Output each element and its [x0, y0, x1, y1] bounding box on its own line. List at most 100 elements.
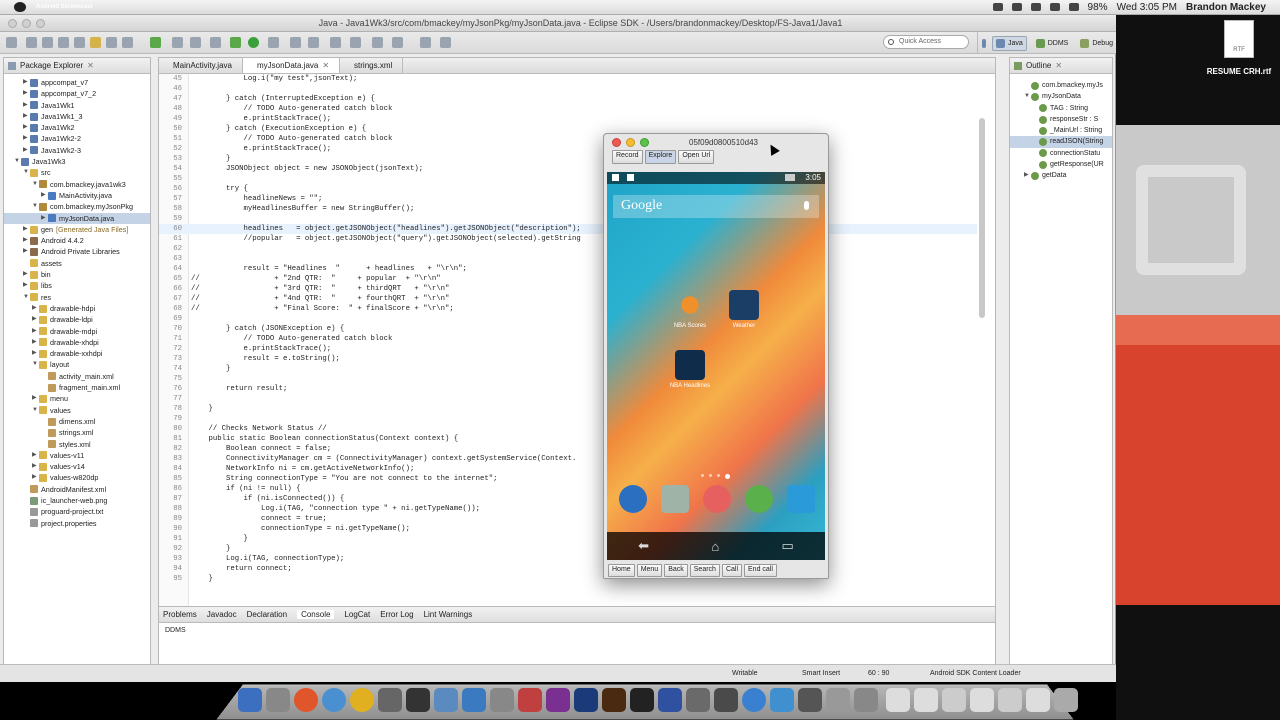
code-line[interactable]: 68 // + "Final Score: " + finalScore + "\… [159, 304, 454, 314]
safari-icon[interactable] [322, 688, 346, 712]
outline-item[interactable]: _MainUrl : String [1010, 125, 1112, 136]
code-line[interactable]: 87 if (ni.isConnected()) { [159, 494, 344, 504]
tree-item[interactable]: assets [4, 258, 150, 269]
code-line[interactable]: 67 // + "4nd QTR: " + fourthQRT + "\r\n" [159, 294, 449, 304]
tree-item[interactable]: ▶ gen [Generated Java Files] [4, 224, 150, 235]
code-line[interactable]: 85 String connectionType = "You are not … [159, 474, 497, 484]
menubar-status-icon[interactable] [1011, 3, 1022, 11]
external-tools-icon[interactable] [268, 37, 279, 48]
close-view-icon[interactable]: ✕ [87, 61, 94, 70]
code-line[interactable]: 52 e.printStackTrace(); [159, 144, 331, 154]
code-line[interactable]: 78 } [159, 404, 213, 414]
bottom-tab[interactable]: Javadoc [207, 610, 237, 619]
microphone-icon[interactable] [804, 201, 809, 210]
code-line[interactable]: 60 headlines = object.getJSONObject("hea… [159, 224, 977, 234]
document-icon[interactable] [970, 688, 994, 712]
expand-arrow-icon[interactable]: ▼ [23, 292, 30, 303]
tree-item[interactable]: ▶ bin [4, 269, 150, 280]
tree-item[interactable]: ▼ com.bmackey.myJsonPkg [4, 201, 150, 212]
code-line[interactable]: 48 // TODO Auto-generated catch block [159, 104, 392, 114]
expand-arrow-icon[interactable]: ▼ [32, 359, 39, 370]
expand-arrow-icon[interactable]: ▶ [23, 145, 30, 156]
code-line[interactable]: 59 [159, 214, 191, 224]
tree-item[interactable]: ▶ Android Private Libraries [4, 246, 150, 257]
outline-item[interactable]: responseStr : S [1010, 114, 1112, 125]
code-line[interactable]: 65 // + "2nd QTR: " + popular + "\r\n" [159, 274, 440, 284]
code-line[interactable]: 86 if (ni != null) { [159, 484, 300, 494]
expand-arrow-icon[interactable]: ▶ [32, 326, 39, 337]
code-line[interactable]: 95 } [159, 574, 213, 584]
back-button[interactable]: Back [664, 564, 688, 577]
code-line[interactable]: 93 Log.i(TAG, connectionType); [159, 554, 344, 564]
close-tab-icon[interactable]: ✕ [322, 61, 329, 70]
tree-item[interactable]: fragment_main.xml [4, 382, 150, 393]
code-line[interactable]: 69 [159, 314, 191, 324]
expand-arrow-icon[interactable]: ▶ [32, 303, 39, 314]
code-line[interactable]: 74 } [159, 364, 230, 374]
tree-item[interactable]: ▶ Android 4.4.2 [4, 235, 150, 246]
editor-scrollbar[interactable] [979, 118, 985, 318]
expand-arrow-icon[interactable]: ▶ [32, 461, 39, 472]
expand-arrow-icon[interactable]: ▶ [23, 122, 30, 133]
tree-item[interactable]: ▼ Java1Wk3 [4, 156, 150, 167]
battery-percent[interactable]: 98% [1088, 2, 1108, 13]
code-line[interactable]: 62 [159, 244, 191, 254]
search-button[interactable]: Search [689, 564, 720, 577]
code-line[interactable]: 64 result = "Headlines " + headlines + "… [159, 264, 467, 274]
code-line[interactable]: 51 // TODO Auto-generated catch block [159, 134, 392, 144]
document-icon[interactable] [886, 688, 910, 712]
expand-arrow-icon[interactable]: ▶ [32, 450, 39, 461]
outline-item[interactable]: ▼ myJsonData [1010, 91, 1112, 102]
code-line[interactable]: 50 } catch (ExecutionException e) { [159, 124, 366, 134]
finder-icon[interactable] [238, 688, 262, 712]
code-line[interactable]: 75 [159, 374, 191, 384]
expand-arrow-icon[interactable]: ▶ [23, 235, 30, 246]
code-line[interactable]: 71 // TODO Auto-generated catch block [159, 334, 392, 344]
expand-arrow-icon[interactable]: ▶ [32, 348, 39, 359]
expand-arrow-icon[interactable]: ▼ [1024, 91, 1031, 102]
tree-item[interactable]: ▶ Java1Wk2 [4, 122, 150, 133]
maps-icon[interactable] [661, 485, 689, 513]
app-icon[interactable] [490, 688, 514, 712]
expand-arrow-icon[interactable]: ▶ [23, 77, 30, 88]
open-url-button[interactable]: Open Url [678, 150, 715, 164]
print-icon[interactable] [58, 37, 69, 48]
minimize-window-icon[interactable] [22, 18, 31, 28]
toolbar-icon[interactable] [190, 37, 201, 48]
google-search-bar[interactable]: Google [613, 195, 819, 218]
tree-item[interactable]: activity_main.xml [4, 371, 150, 382]
tree-item[interactable]: project.properties [4, 518, 150, 529]
perspective-java[interactable]: Java [991, 35, 1027, 51]
debug-icon[interactable] [230, 37, 241, 48]
quick-access-input[interactable]: Quick Access [883, 35, 969, 49]
tree-item[interactable]: ▶ myJsonData.java [4, 212, 150, 224]
app-icon[interactable] [518, 688, 542, 712]
code-line[interactable]: 76 return result; [159, 384, 287, 394]
run-icon[interactable] [248, 37, 259, 48]
photoshop-icon[interactable] [574, 688, 598, 712]
code-line[interactable]: 53 } [159, 154, 230, 164]
toolbar-icon[interactable] [210, 37, 221, 48]
expand-arrow-icon[interactable]: ▶ [23, 88, 30, 99]
perspective-debug[interactable]: Debug [1077, 37, 1116, 50]
code-line[interactable]: 73 result = e.toString(); [159, 354, 340, 364]
app-drawer-icon[interactable] [703, 485, 731, 513]
app-icon[interactable] [798, 688, 822, 712]
code-line[interactable]: 45 Log.i("my test",jsonText); [159, 74, 357, 84]
toolbar-icon[interactable] [150, 37, 161, 48]
toolbar-icon[interactable] [372, 37, 383, 48]
code-line[interactable]: 55 [159, 174, 191, 184]
code-line[interactable]: 80 // Checks Network Status // [159, 424, 327, 434]
tree-item[interactable]: dimens.xml [4, 416, 150, 427]
tree-item[interactable]: ▶ Java1Wk2-2 [4, 133, 150, 144]
tree-item[interactable]: ▶ drawable-ldpi [4, 314, 150, 325]
tree-item[interactable]: ▼ layout [4, 359, 150, 370]
expand-arrow-icon[interactable]: ▼ [14, 156, 21, 167]
tab-strings-xml[interactable]: strings.xml [340, 58, 404, 73]
tree-item[interactable]: ▶ appcompat_v7_2 [4, 88, 150, 99]
call-icon[interactable] [787, 485, 815, 513]
code-line[interactable]: 83 ConnectivityManager cm = (Connectivit… [159, 454, 576, 464]
app-icon[interactable] [854, 688, 878, 712]
expand-arrow-icon[interactable]: ▶ [23, 111, 30, 122]
app-store-icon[interactable] [770, 688, 794, 712]
